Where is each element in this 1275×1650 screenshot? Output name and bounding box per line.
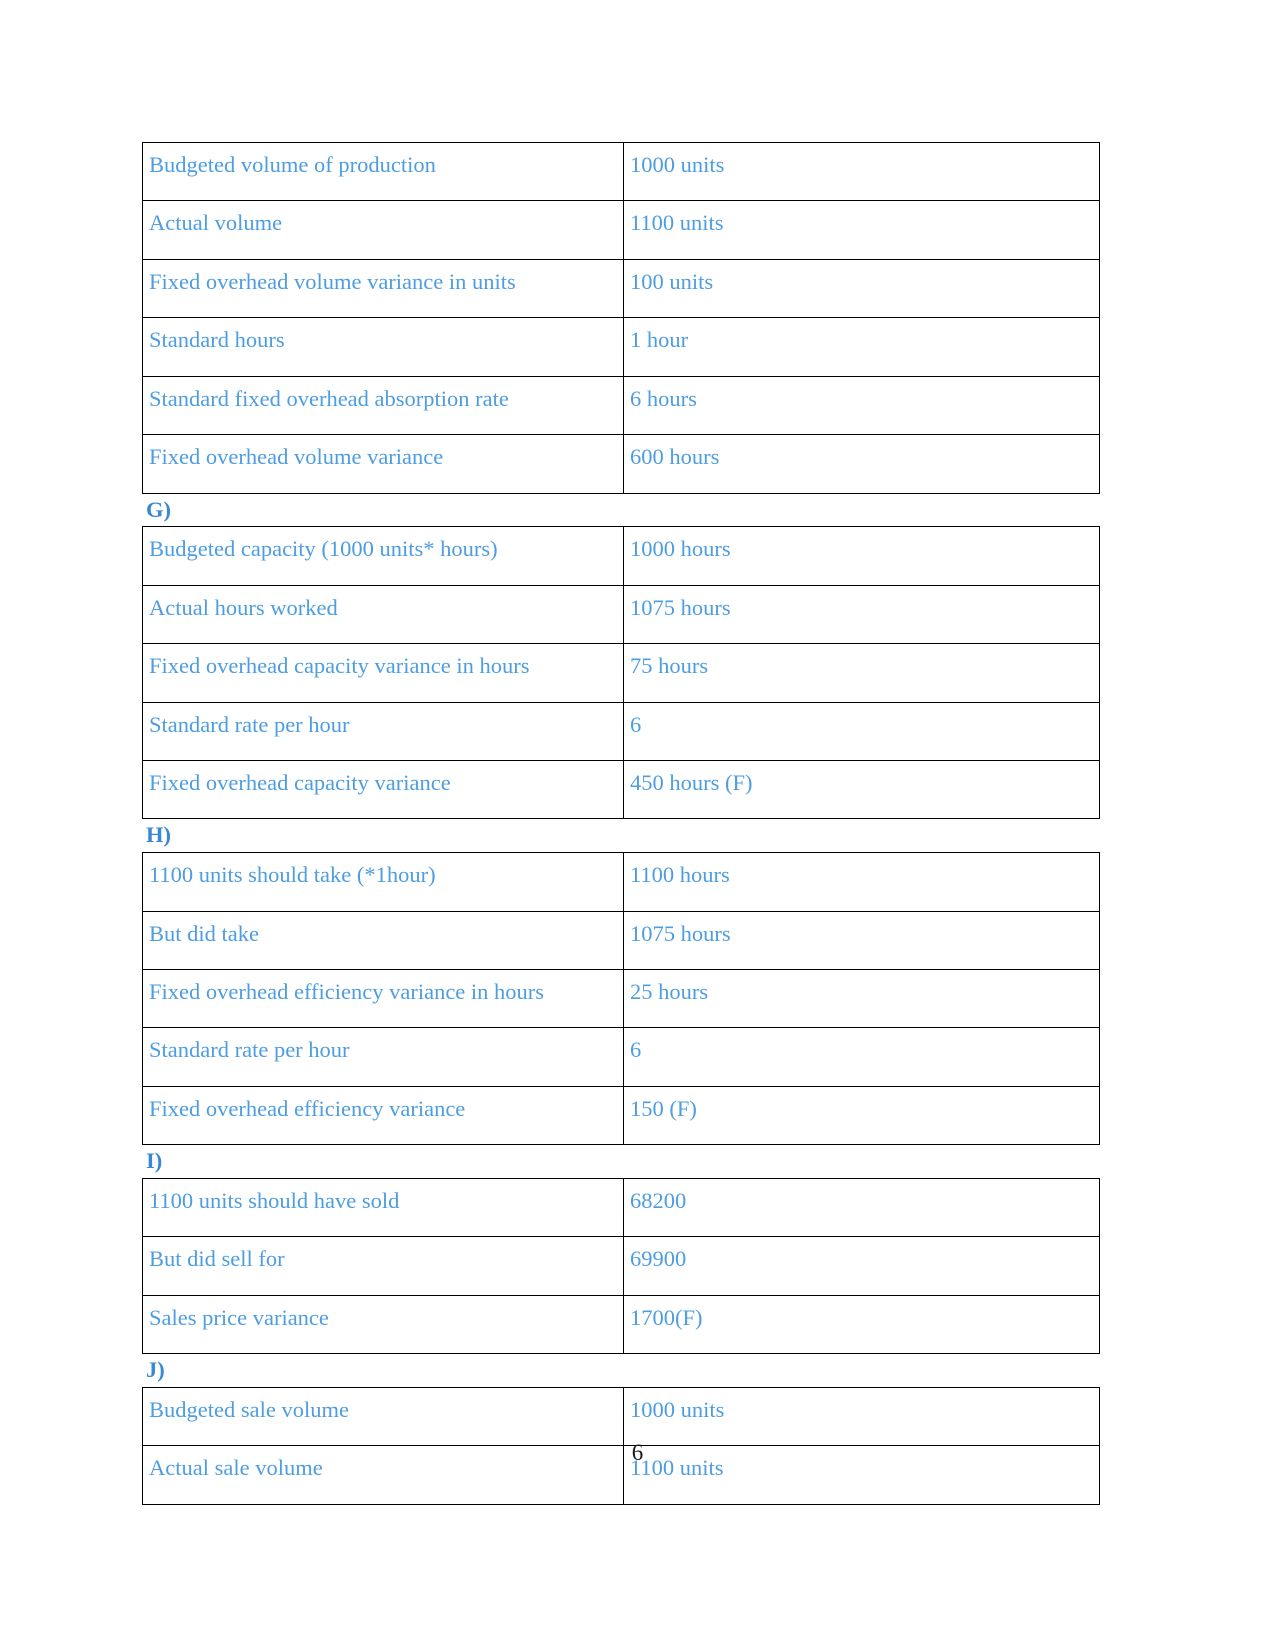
row-label: Actual volume [142, 200, 624, 260]
table-row: Budgeted sale volume 1000 units [142, 1386, 1100, 1447]
table-row: Standard rate per hour 6 [142, 1027, 1100, 1087]
row-value: 1075 hours [623, 584, 1100, 645]
row-value: 25 hours [623, 968, 1100, 1029]
table-row: Standard hours 1 hour [142, 317, 1100, 377]
row-label: Fixed overhead volume variance in units [142, 258, 624, 319]
row-label: Actual hours worked [142, 584, 624, 645]
variance-table-i: 1100 units should have sold 68200 But di… [142, 1177, 1100, 1355]
row-value: 450 hours (F) [623, 759, 1100, 820]
row-value: 6 hours [623, 375, 1100, 436]
row-label: Fixed overhead efficiency variance [142, 1085, 624, 1146]
row-label: Budgeted sale volume [142, 1386, 624, 1447]
row-label: Fixed overhead capacity variance in hour… [142, 643, 624, 703]
row-label: Fixed overhead capacity variance [142, 759, 624, 820]
table-row: Standard rate per hour 6 [142, 701, 1100, 762]
row-value: 1700(F) [623, 1294, 1100, 1355]
table-row: But did take 1075 hours [142, 910, 1100, 970]
table-row: Fixed overhead capacity variance in hour… [142, 643, 1100, 703]
row-label: But did sell for [142, 1236, 624, 1296]
row-label: Fixed overhead volume variance [142, 434, 624, 494]
document-body: Budgeted volume of production 1000 units… [142, 141, 1100, 1505]
row-label: Standard rate per hour [142, 1027, 624, 1087]
row-value: 150 (F) [623, 1085, 1100, 1146]
table-row: But did sell for 69900 [142, 1236, 1100, 1296]
table-row: Standard fixed overhead absorption rate … [142, 375, 1100, 436]
section-label-i: I) [146, 1148, 163, 1174]
table-row: Budgeted capacity (1000 units* hours) 10… [142, 526, 1100, 586]
table-row: Fixed overhead volume variance in units … [142, 258, 1100, 319]
table-row: Budgeted volume of production 1000 units [142, 141, 1100, 202]
row-label: Standard fixed overhead absorption rate [142, 375, 624, 436]
table-row: Fixed overhead volume variance 600 hours [142, 434, 1100, 494]
row-label: Budgeted capacity (1000 units* hours) [142, 526, 624, 586]
row-value: 1100 hours [623, 852, 1100, 912]
row-label: Fixed overhead efficiency variance in ho… [142, 968, 624, 1029]
document-page: Budgeted volume of production 1000 units… [0, 0, 1275, 1650]
section-label-h: H) [146, 822, 171, 848]
table-row: Actual volume 1100 units [142, 200, 1100, 260]
variance-table-h: 1100 units should take (*1hour) 1100 hou… [142, 852, 1100, 1146]
table-row: Fixed overhead efficiency variance 150 (… [142, 1085, 1100, 1146]
row-value: 1000 hours [623, 526, 1100, 586]
row-label: Standard hours [142, 317, 624, 377]
table-row: Fixed overhead capacity variance 450 hou… [142, 759, 1100, 820]
table-row: 1100 units should have sold 68200 [142, 1177, 1100, 1238]
row-value: 1 hour [623, 317, 1100, 377]
row-value: 6 [623, 1027, 1100, 1087]
table-row: Actual hours worked 1075 hours [142, 584, 1100, 645]
page-number: 6 [631, 1440, 644, 1465]
row-value: 1100 units [623, 200, 1100, 260]
row-value: 100 units [623, 258, 1100, 319]
row-label: Sales price variance [142, 1294, 624, 1355]
variance-table-g: Budgeted capacity (1000 units* hours) 10… [142, 526, 1100, 820]
row-value: 68200 [623, 1177, 1100, 1238]
section-label-g: G) [146, 496, 171, 522]
row-value: 600 hours [623, 434, 1100, 494]
row-value: 69900 [623, 1236, 1100, 1296]
row-label: Standard rate per hour [142, 701, 624, 762]
section-label-j: J) [146, 1357, 165, 1383]
row-label: But did take [142, 910, 624, 970]
table-row: Sales price variance 1700(F) [142, 1294, 1100, 1355]
row-value: 6 [623, 701, 1100, 762]
row-value: 1075 hours [623, 910, 1100, 970]
row-label: Budgeted volume of production [142, 141, 624, 202]
row-label: 1100 units should take (*1hour) [142, 852, 624, 912]
table-row: Fixed overhead efficiency variance in ho… [142, 968, 1100, 1029]
variance-table-f: Budgeted volume of production 1000 units… [142, 141, 1100, 494]
row-value: 75 hours [623, 643, 1100, 703]
table-row: 1100 units should take (*1hour) 1100 hou… [142, 852, 1100, 912]
row-value: 1000 units [623, 141, 1100, 202]
row-label: 1100 units should have sold [142, 1177, 624, 1238]
row-value: 1000 units [623, 1386, 1100, 1447]
